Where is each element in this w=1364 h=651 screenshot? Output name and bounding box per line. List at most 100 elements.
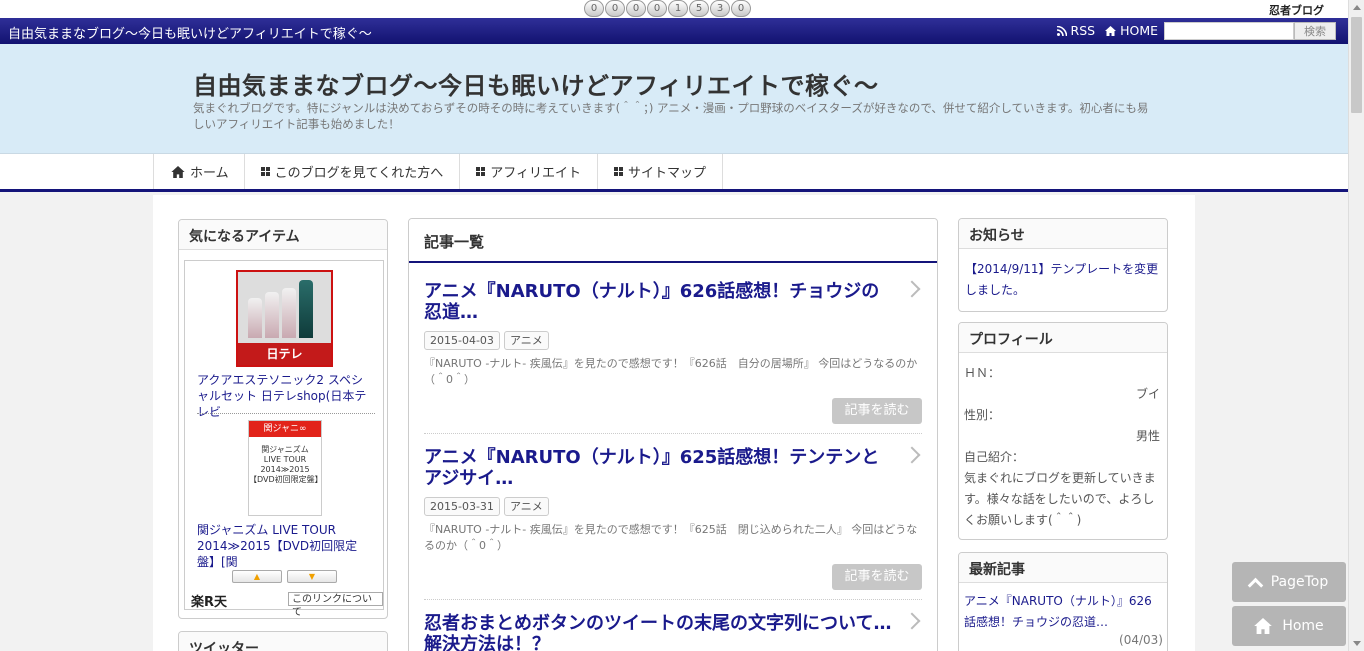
home-button[interactable]: Home [1232, 606, 1346, 646]
gender-label: 性別： [964, 408, 1001, 422]
search-button[interactable]: 検索 [1294, 22, 1336, 40]
product-image-text: 2014≫2015 [260, 465, 310, 474]
product-image-text: 関ジャニズム [261, 445, 309, 454]
articles-heading: 記事一覧 [409, 219, 937, 263]
bar-site-title[interactable]: 自由気ままなブログ〜今日も眠いけどアフィリエイトで稼ぐ〜 [8, 23, 372, 42]
product-image[interactable]: 日テレ [236, 270, 333, 367]
nav-item-label: アフィリエイト [490, 166, 581, 181]
article-category[interactable]: アニメ [503, 331, 549, 350]
counter-digit: 0 [626, 0, 646, 17]
divider [424, 433, 922, 434]
home-label: HOME [1120, 23, 1158, 38]
home-icon [1254, 618, 1273, 634]
nav-item-affiliate[interactable]: アフィリエイト [460, 154, 598, 189]
counter-digit: 1 [668, 0, 688, 17]
latest-posts-widget: 最新記事 アニメ『NARUTO（ナルト）』626話感想！チョウジの忍道… (04… [958, 552, 1168, 651]
bar-links: RSS HOME [1056, 23, 1158, 38]
product-banner: 関ジャニ∞ [249, 421, 321, 437]
counter-digit: 0 [647, 0, 667, 17]
rss-link[interactable]: RSS [1056, 23, 1096, 38]
rss-label: RSS [1070, 23, 1096, 38]
scrollbar-thumb[interactable] [1351, 17, 1362, 113]
divider [424, 599, 922, 600]
site-description: 気まぐれブログです。特にジャンルは決めておらずその時その時に考えていきます(＾＾… [193, 101, 1149, 131]
nav-item-sitemap[interactable]: サイトマップ [598, 154, 724, 189]
counter-digit: 0 [605, 0, 625, 17]
nav-item-home[interactable]: ホーム [154, 154, 245, 189]
access-counter: 0 0 0 0 1 5 3 0 [584, 0, 751, 17]
profile-widget: プロフィール ＨＮ： ブイ 性別： 男性 自己紹介： 気まぐれにブログを更新して… [958, 322, 1168, 540]
grid-icon [260, 167, 270, 176]
article-item: アニメ『NARUTO（ナルト）』625話感想！テンテンとアジサイ… 2015-0… [424, 446, 924, 554]
scroll-up-arrow-icon[interactable] [1353, 5, 1361, 10]
chevron-right-icon[interactable] [903, 280, 921, 298]
scroll-down-button[interactable]: ▼ [287, 570, 337, 583]
rakuten-logo: 楽R天 [191, 595, 228, 610]
hn-value: ブイ [1135, 387, 1160, 401]
widget-heading: ツイッター [179, 632, 387, 651]
home-link[interactable]: HOME [1105, 23, 1158, 38]
site-title[interactable]: 自由気ままなブログ〜今日も眠いけどアフィリエイトで稼ぐ〜 [193, 66, 879, 101]
product-image-text: 【DVD初回限定盤】 [249, 475, 323, 484]
article-category[interactable]: アニメ [503, 497, 549, 516]
grid-icon [614, 167, 623, 176]
featured-items-widget: 気になるアイテム 日テレ アクアエステソニック2 スペシャルセット 日テレsho… [178, 219, 388, 619]
chevron-right-icon[interactable] [903, 446, 921, 464]
about-link-button[interactable]: このリンクについて [288, 592, 383, 618]
counter-digit: 0 [584, 0, 604, 17]
scroll-down-arrow-icon[interactable] [1353, 641, 1361, 646]
chevron-right-icon[interactable] [903, 612, 921, 630]
nav-item-label: このブログを見てくれた方へ [274, 166, 444, 181]
product-image-text: LIVE TOUR [263, 455, 307, 464]
ninja-blog-logo[interactable]: 忍者ブログ [1269, 2, 1324, 18]
pagetop-button[interactable]: PageTop [1232, 562, 1346, 602]
notice-link[interactable]: 【2014/9/11】テンプレートを変更しました。 [959, 249, 1167, 311]
widget-heading: 最新記事 [959, 553, 1167, 583]
article-excerpt: 『NARUTO -ナルト- 疾風伝』を見たので感想です！『625話 閉じ込められ… [424, 523, 918, 552]
main-container: 気になるアイテム 日テレ アクアエステソニック2 スペシャルセット 日テレsho… [153, 195, 1195, 651]
chevron-up-icon [1247, 577, 1264, 593]
grid-icon [476, 167, 486, 176]
top-strip: 0 0 0 0 1 5 3 0 忍者ブログ [0, 0, 1348, 18]
home-icon [171, 165, 185, 178]
counter-digit: 0 [731, 0, 751, 17]
widget-heading: プロフィール [959, 323, 1167, 353]
article-item: アニメ『NARUTO（ナルト）』626話感想！チョウジの忍道… 2015-04-… [424, 280, 924, 388]
scroll-up-button[interactable]: ▲ [232, 570, 282, 583]
home-icon [1105, 25, 1117, 36]
article-title-link[interactable]: アニメ『NARUTO（ナルト）』626話感想！チョウジの忍道… [424, 281, 894, 323]
article-title-link[interactable]: 忍者おまとめボタンのツイートの末尾の文字列について…解決方法は！？ [424, 613, 894, 651]
site-header: 自由気ままなブログ〜今日も眠いけどアフィリエイトで稼ぐ〜 気まぐれブログです。特… [0, 44, 1348, 154]
gender-value: 男性 [1135, 429, 1160, 443]
read-more-button[interactable]: 記事を読む [832, 564, 922, 590]
hn-label: ＨＮ： [964, 366, 1001, 380]
search-input[interactable] [1164, 22, 1294, 40]
nav-item-label: サイトマップ [628, 166, 707, 181]
widget-heading: 気になるアイテム [179, 220, 387, 250]
intro-text: 気まぐれにブログを更新していきます。様々な話をしたいので、よろしくお願いします(… [964, 471, 1156, 527]
counter-digit: 3 [710, 0, 730, 17]
global-nav: ホーム このブログを見てくれた方へ アフィリエイト サイトマップ [0, 154, 1348, 192]
title-bar: 自由気ままなブログ〜今日も眠いけどアフィリエイトで稼ぐ〜 RSS HOME 検索 [0, 18, 1348, 44]
product-badge: 日テレ [238, 343, 331, 365]
nav-item-label: ホーム [190, 166, 229, 181]
search-form: 検索 [1164, 22, 1336, 40]
latest-post-date: (04/03) [1119, 633, 1163, 647]
read-more-button[interactable]: 記事を読む [832, 398, 922, 424]
home-button-label: Home [1282, 618, 1324, 634]
page-scrollbar[interactable] [1348, 0, 1364, 651]
divider [197, 413, 375, 414]
article-date: 2015-04-03 [424, 331, 500, 350]
rss-icon [1056, 25, 1067, 36]
article-excerpt: 『NARUTO -ナルト- 疾風伝』を見たので感想です！『626話 自分の居場所… [424, 357, 918, 386]
notice-widget: お知らせ 【2014/9/11】テンプレートを変更しました。 [958, 218, 1168, 312]
nav-item-for-visitors[interactable]: このブログを見てくれた方へ [245, 154, 461, 189]
twitter-widget: ツイッター [178, 631, 388, 651]
rakuten-widget: 日テレ アクアエステソニック2 スペシャルセット 日テレshop(日本テレビ 関… [184, 260, 384, 618]
article-title-link[interactable]: アニメ『NARUTO（ナルト）』625話感想！テンテンとアジサイ… [424, 447, 894, 489]
latest-post-link[interactable]: アニメ『NARUTO（ナルト）』626話感想！チョウジの忍道… [959, 583, 1167, 633]
product-title-link[interactable]: 関ジャニズム LIVE TOUR 2014≫2015【DVD初回限定盤】[関 [197, 522, 373, 570]
product-image[interactable]: 関ジャニ∞ 関ジャニズム LIVE TOUR 2014≫2015 【DVD初回限… [248, 420, 323, 516]
counter-digit: 5 [689, 0, 709, 17]
intro-label: 自己紹介： [964, 450, 1025, 464]
